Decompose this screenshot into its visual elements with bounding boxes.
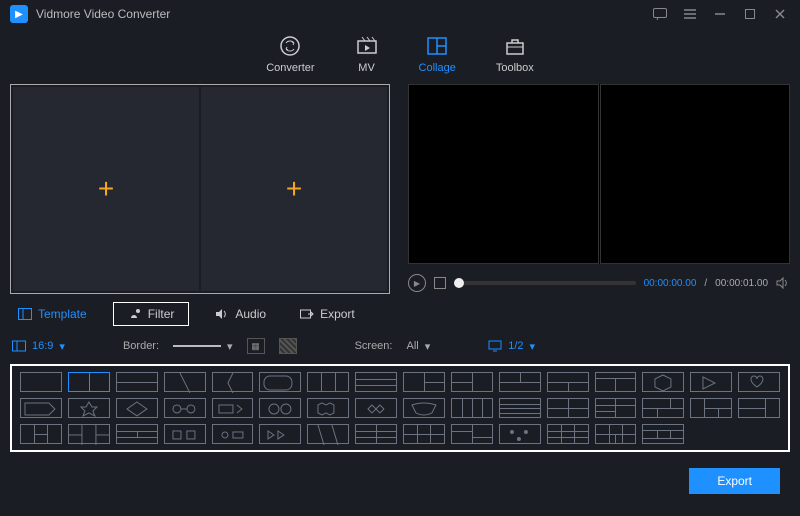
collage-icon — [425, 34, 449, 58]
template-item[interactable] — [307, 398, 349, 418]
screen-label: Screen: — [355, 340, 393, 352]
toolbox-icon — [503, 34, 527, 58]
templates-panel — [10, 364, 790, 452]
add-icon: + — [98, 173, 114, 205]
template-item[interactable] — [116, 398, 158, 418]
template-item[interactable] — [642, 398, 684, 418]
template-item[interactable] — [642, 424, 684, 444]
template-item[interactable] — [355, 424, 397, 444]
border-color-button[interactable]: ▦ — [247, 338, 265, 354]
canvas-slot-2[interactable]: + — [201, 87, 387, 291]
audio-button[interactable]: Audio — [207, 303, 274, 325]
template-item[interactable] — [451, 372, 493, 392]
maximize-icon[interactable] — [740, 4, 760, 24]
export-tab-button[interactable]: Export — [292, 303, 363, 325]
export-icon — [300, 307, 314, 321]
template-item[interactable] — [595, 424, 637, 444]
template-item[interactable] — [642, 372, 684, 392]
tab-converter[interactable]: Converter — [266, 34, 314, 74]
template-item[interactable] — [307, 372, 349, 392]
template-icon — [18, 307, 32, 321]
close-icon[interactable] — [770, 4, 790, 24]
template-item[interactable] — [212, 424, 254, 444]
converter-icon — [278, 34, 302, 58]
template-item[interactable] — [547, 424, 589, 444]
template-item[interactable] — [259, 424, 301, 444]
template-item[interactable] — [20, 398, 62, 418]
app-logo: ▶ — [10, 5, 28, 23]
template-item[interactable] — [690, 372, 732, 392]
play-button[interactable]: ▶ — [408, 274, 426, 292]
template-item[interactable] — [738, 398, 780, 418]
template-item[interactable] — [451, 398, 493, 418]
template-item[interactable] — [212, 398, 254, 418]
collage-canvas: + + — [10, 84, 390, 294]
export-button[interactable]: Export — [689, 468, 780, 494]
chevron-down-icon: ▾ — [59, 340, 65, 353]
volume-icon[interactable] — [776, 276, 790, 290]
progress-bar[interactable] — [454, 281, 636, 285]
template-item[interactable] — [403, 424, 445, 444]
player-controls: ▶ 00:00:00.00/00:00:01.00 — [408, 272, 790, 294]
audio-icon — [215, 307, 229, 321]
template-item[interactable] — [164, 372, 206, 392]
stop-button[interactable] — [434, 277, 446, 289]
preview-slot-2 — [600, 84, 791, 264]
template-item[interactable] — [738, 372, 780, 392]
template-item[interactable] — [690, 398, 732, 418]
template-item[interactable] — [547, 398, 589, 418]
template-item[interactable] — [116, 424, 158, 444]
template-item[interactable] — [595, 398, 637, 418]
mv-icon — [355, 34, 379, 58]
template-item[interactable] — [499, 398, 541, 418]
template-item[interactable] — [20, 372, 62, 392]
tab-mv[interactable]: MV — [355, 34, 379, 74]
app-title: Vidmore Video Converter — [36, 7, 170, 21]
preview-pane — [408, 84, 790, 264]
template-item[interactable] — [68, 424, 110, 444]
template-item[interactable] — [547, 372, 589, 392]
canvas-slot-1[interactable]: + — [13, 87, 199, 291]
template-item[interactable] — [259, 398, 301, 418]
filter-button[interactable]: Filter — [113, 302, 190, 326]
template-item[interactable] — [403, 372, 445, 392]
template-item[interactable] — [355, 372, 397, 392]
time-current: 00:00:00.00 — [644, 278, 697, 289]
border-style-dropdown[interactable]: ▾ — [173, 340, 233, 353]
screen-dropdown[interactable]: All ▾ — [406, 340, 430, 353]
template-item[interactable] — [595, 372, 637, 392]
template-item[interactable] — [355, 398, 397, 418]
preview-slot-1 — [408, 84, 599, 264]
page-selector[interactable]: 1/2 ▾ — [488, 340, 535, 353]
feedback-icon[interactable] — [650, 4, 670, 24]
menu-icon[interactable] — [680, 4, 700, 24]
template-item[interactable] — [68, 372, 110, 392]
template-item[interactable] — [307, 424, 349, 444]
template-item[interactable] — [499, 372, 541, 392]
add-icon: + — [286, 173, 302, 205]
main-nav: Converter MV Collage Toolbox — [0, 28, 800, 84]
border-label: Border: — [123, 340, 159, 352]
template-item[interactable] — [20, 424, 62, 444]
template-item[interactable] — [259, 372, 301, 392]
border-pattern-button[interactable] — [279, 338, 297, 354]
tab-collage[interactable]: Collage — [419, 34, 456, 74]
template-item[interactable] — [164, 398, 206, 418]
template-item[interactable] — [68, 398, 110, 418]
filter-icon — [128, 307, 142, 321]
tab-toolbox[interactable]: Toolbox — [496, 34, 534, 74]
minimize-icon[interactable] — [710, 4, 730, 24]
monitor-icon — [488, 340, 502, 352]
template-item[interactable] — [212, 372, 254, 392]
template-button[interactable]: Template — [10, 303, 95, 325]
aspect-ratio-dropdown[interactable]: 16:9 ▾ — [12, 340, 65, 353]
template-item[interactable] — [451, 424, 493, 444]
time-total: 00:00:01.00 — [715, 278, 768, 289]
template-item[interactable] — [403, 398, 445, 418]
template-item[interactable] — [164, 424, 206, 444]
chevron-down-icon: ▾ — [530, 340, 536, 353]
ratio-icon — [12, 340, 26, 352]
template-item[interactable] — [499, 424, 541, 444]
template-item[interactable] — [116, 372, 158, 392]
